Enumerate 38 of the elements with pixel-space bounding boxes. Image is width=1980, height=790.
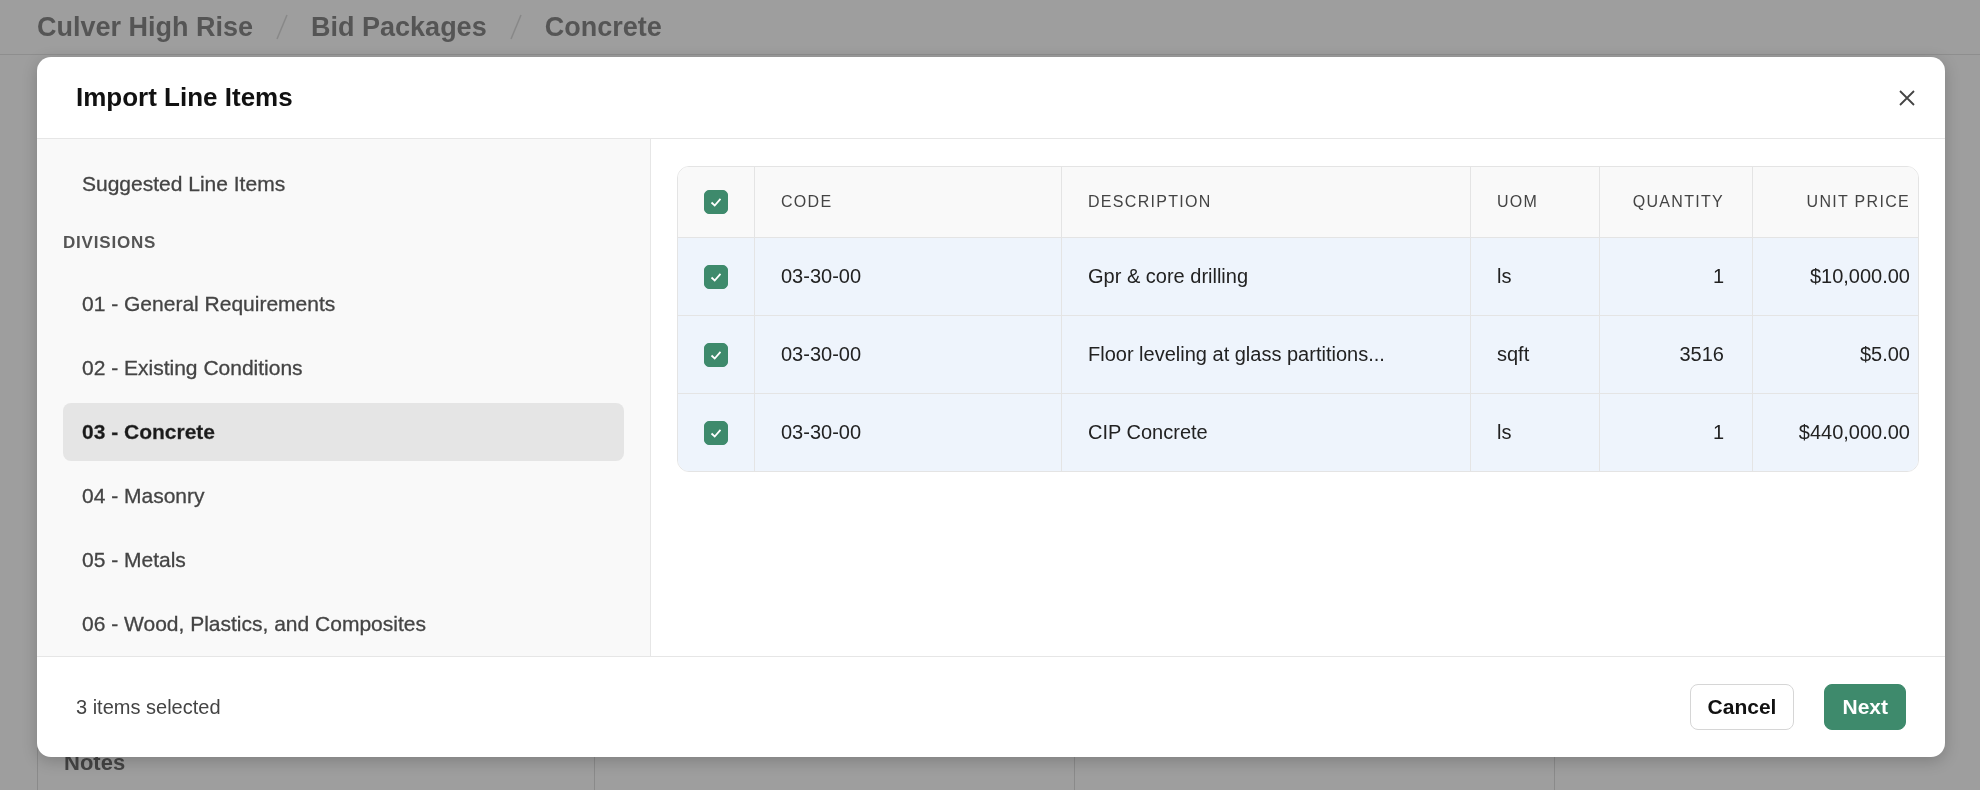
column-header: QUANTITY: [1632, 193, 1724, 211]
next-button[interactable]: Next: [1824, 684, 1906, 730]
close-icon[interactable]: [1897, 87, 1917, 108]
cancel-button[interactable]: Cancel: [1689, 684, 1795, 730]
table-cell: ls: [1497, 265, 1512, 288]
sidebar-item[interactable]: 03 - Concrete: [63, 403, 624, 461]
table-cell: 3516: [1679, 343, 1724, 366]
sidebar-item[interactable]: 02 - Existing Conditions: [63, 339, 624, 397]
sidebar-item[interactable]: 01 - General Requirements: [63, 275, 624, 333]
table-cell: 03-30-00: [781, 421, 862, 444]
table-cell: Floor leveling at glass partitions...: [1088, 343, 1385, 366]
table-cell: 03-30-00: [781, 265, 862, 288]
sidebar-item[interactable]: 04 - Masonry: [63, 467, 624, 525]
table-cell: $5.00: [1859, 343, 1910, 366]
sidebar-item[interactable]: 05 - Metals: [63, 531, 624, 589]
checkbox[interactable]: [704, 420, 728, 445]
table-cell: 03-30-00: [781, 343, 862, 366]
checkbox[interactable]: [704, 264, 728, 289]
dialog-title: Import Line Items: [76, 82, 293, 113]
table-cell: 1: [1712, 421, 1724, 444]
table-cell: $10,000.00: [1809, 265, 1910, 288]
table-cell: CIP Concrete: [1088, 421, 1208, 444]
checkbox[interactable]: [704, 342, 728, 367]
section-heading: DIVISIONS: [63, 232, 158, 254]
table-cell: Gpr & core drilling: [1088, 265, 1249, 288]
column-header: DESCRIPTION: [1088, 193, 1212, 211]
sidebar-item[interactable]: 06 - Wood, Plastics, and Composites: [63, 595, 624, 653]
table-cell: ls: [1497, 421, 1512, 444]
section-title: Notes: [64, 750, 126, 775]
selection-count: 3 items selected: [76, 695, 221, 719]
sidebar-item[interactable]: Suggested Line Items: [63, 155, 624, 213]
column-header: UNIT PRICE: [1806, 193, 1910, 211]
column-header: UOM: [1497, 193, 1539, 211]
table-cell: $440,000.00: [1798, 421, 1910, 444]
column-header: CODE: [781, 193, 833, 211]
table-cell: sqft: [1497, 343, 1530, 366]
checkbox[interactable]: [704, 190, 728, 214]
table-cell: 1: [1712, 265, 1724, 288]
